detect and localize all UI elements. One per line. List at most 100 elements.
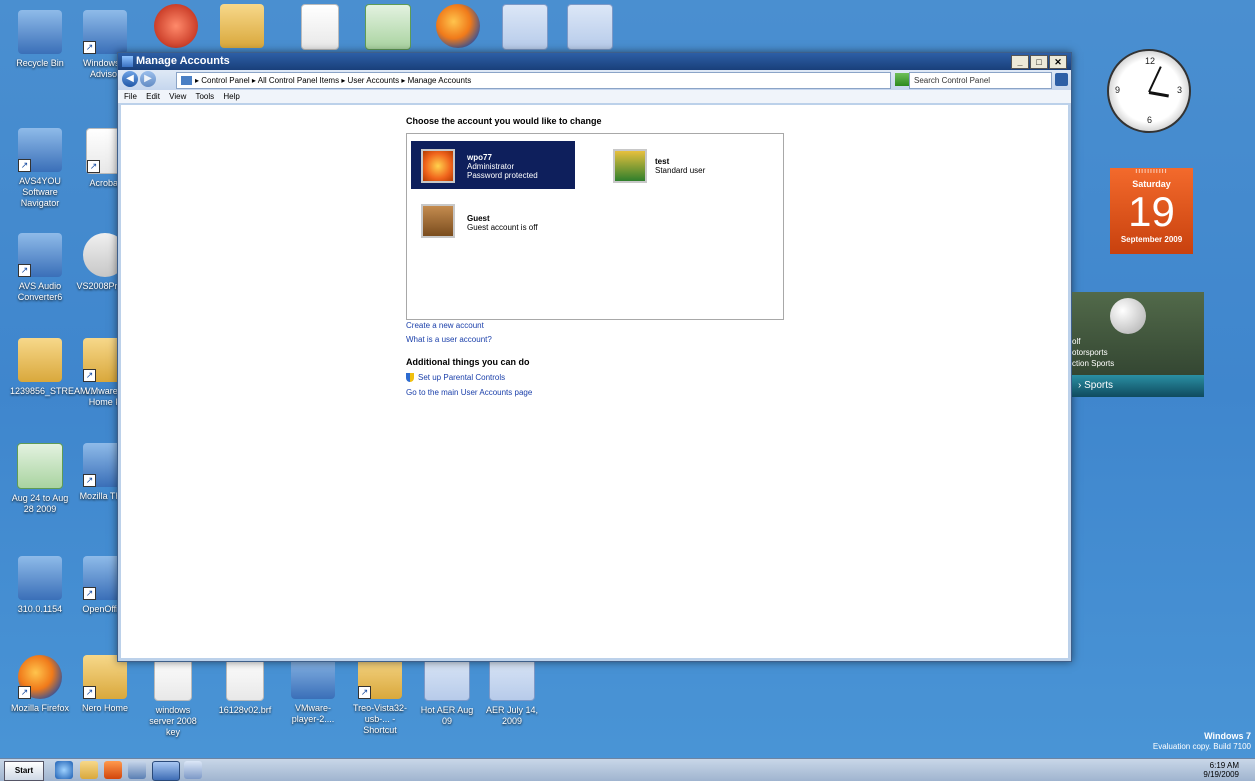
- firefox-icon: ↗: [18, 655, 62, 699]
- desktop-icon-brf[interactable]: 16128v02.brf: [215, 655, 275, 716]
- menu-edit[interactable]: Edit: [146, 92, 160, 101]
- desktop-icon-word-top2[interactable]: [560, 4, 620, 54]
- briefcase-avatar-icon: [421, 204, 455, 238]
- installer-icon: [18, 556, 62, 600]
- desktop-icon-server-key[interactable]: windows server 2008 key: [143, 655, 203, 738]
- account-role: Administrator: [467, 162, 515, 171]
- desktop-icon-label: 310.0.1154: [17, 604, 63, 614]
- advisor-icon: ↗: [83, 10, 127, 54]
- account-tile-guest[interactable]: Guest Guest account is off: [411, 200, 575, 248]
- media-line: ction Sports: [1072, 359, 1115, 368]
- create-account-link[interactable]: Create a new account: [406, 321, 484, 330]
- word-document-icon: [567, 4, 613, 50]
- window-title: Manage Accounts: [136, 55, 230, 67]
- what-is-account-link[interactable]: What is a user account?: [406, 335, 492, 344]
- explorer-taskbar-icon[interactable]: [80, 761, 98, 779]
- ie-taskbar-icon[interactable]: [55, 761, 73, 779]
- image-icon: [365, 4, 411, 50]
- desktop-icon-label: Recycle Bin: [16, 58, 64, 68]
- clock-numeral-6: 6: [1147, 115, 1153, 125]
- network-taskbar-icon[interactable]: [128, 761, 146, 779]
- address-bar[interactable]: ▸ Control Panel ▸ All Control Panel Item…: [176, 72, 891, 89]
- menu-file[interactable]: File: [124, 92, 137, 101]
- desktop-icon-image-top[interactable]: [358, 4, 418, 54]
- additional-heading: Additional things you can do: [406, 357, 530, 367]
- window-titlebar[interactable]: Manage Accounts _ □ ✕: [118, 53, 1071, 70]
- desktop-icon-avs4you[interactable]: ↗ AVS4YOU Software Navigator: [10, 128, 70, 209]
- main-user-accounts-link[interactable]: Go to the main User Accounts page: [406, 388, 532, 397]
- desktop-icon-hot-aer[interactable]: Hot AER Aug 09: [417, 655, 477, 727]
- desktop-icon-label: AVS4YOU Software Navigator: [19, 176, 61, 208]
- desktop-icon-aer-july[interactable]: AER July 14, 2009: [482, 655, 542, 727]
- calendar-rings: ııııııııııı: [1135, 168, 1168, 175]
- desktop-icon-vmware-player[interactable]: VMware-player-2....: [283, 655, 343, 725]
- desktop-icon-word-top1[interactable]: [495, 4, 555, 54]
- desktop-icon-doc-top[interactable]: [290, 4, 350, 54]
- search-icon[interactable]: [1055, 73, 1068, 86]
- word-taskbar-icon[interactable]: [184, 761, 202, 779]
- flower-avatar-icon: [421, 149, 455, 183]
- start-button[interactable]: Start: [4, 761, 44, 781]
- desktop-icon-stream-folder[interactable]: 1239856_STREAM...: [10, 338, 95, 397]
- account-name: test: [655, 157, 670, 166]
- desktop-icon-label: 16128v02.brf: [218, 705, 272, 715]
- maximize-button[interactable]: □: [1030, 55, 1048, 69]
- search-input[interactable]: Search Control Panel: [909, 72, 1052, 89]
- menu-view[interactable]: View: [169, 92, 186, 101]
- address-row: ◀ ▶ ▸ Control Panel ▸ All Control Panel …: [118, 70, 1071, 90]
- parental-controls-label: Set up Parental Controls: [418, 373, 506, 382]
- tray-time[interactable]: 6:19 AM: [1210, 761, 1239, 770]
- desktop-icon-firefox[interactable]: ↗ Mozilla Firefox: [10, 655, 70, 714]
- desktop-icon-excel-aug[interactable]: Aug 24 to Aug 28 2009: [10, 443, 70, 515]
- firefox-icon: [436, 4, 480, 48]
- account-tile-test[interactable]: test Standard user: [607, 141, 771, 189]
- media-player-taskbar-icon[interactable]: [104, 761, 122, 779]
- desktop-icon-label: Nero Home: [81, 703, 128, 713]
- account-name: wpo77: [467, 153, 492, 162]
- menu-tools[interactable]: Tools: [195, 92, 214, 101]
- menu-help[interactable]: Help: [223, 92, 239, 101]
- account-role: Standard user: [655, 166, 706, 175]
- desktop-icon-nero-home[interactable]: ↗ Nero Home: [75, 655, 135, 714]
- desktop-icon-nero[interactable]: [146, 4, 206, 52]
- media-category-bar[interactable]: › Sports: [1072, 375, 1204, 397]
- refresh-button[interactable]: [895, 73, 909, 86]
- close-button[interactable]: ✕: [1049, 55, 1067, 69]
- desktop-icon-label: VMware-player-2....: [291, 703, 335, 724]
- desktop-icon-310[interactable]: 310.0.1154: [10, 556, 70, 615]
- account-status: Password protected: [467, 171, 538, 180]
- clock-numeral-12: 12: [1145, 56, 1156, 66]
- back-button[interactable]: ◀: [122, 71, 138, 87]
- media-line: otorsports: [1072, 348, 1108, 357]
- content-pane: Choose the account you would like to cha…: [121, 105, 1068, 658]
- golf-ball-icon: [1110, 298, 1146, 334]
- clock-numeral-9: 9: [1115, 85, 1121, 95]
- forward-button[interactable]: ▶: [140, 71, 156, 87]
- desktop-icon-treo[interactable]: ↗ Treo-Vista32-usb-... - Shortcut: [350, 655, 410, 736]
- desktop-icon-firefox-top[interactable]: [428, 4, 488, 52]
- menu-bar: File Edit View Tools Help: [118, 90, 1071, 103]
- clock-numeral-3: 3: [1177, 85, 1183, 95]
- media-line: olf: [1072, 337, 1081, 346]
- account-tile-wpo77[interactable]: wpo77 Administrator Password protected: [411, 141, 575, 189]
- uac-shield-icon: [406, 373, 414, 383]
- desktop-icon-avs-audio[interactable]: ↗ AVS Audio Converter6: [10, 233, 70, 303]
- parental-controls-link[interactable]: Set up Parental Controls: [406, 373, 506, 383]
- tray-date[interactable]: 9/19/2009: [1203, 770, 1239, 779]
- media-center-gadget[interactable]: olf otorsports ction Sports › Sports: [1072, 292, 1204, 397]
- calendar-gadget[interactable]: ııııııııııı Saturday 19 September 2009: [1110, 168, 1193, 254]
- desktop-icon-label: Treo-Vista32-usb-... - Shortcut: [352, 703, 408, 735]
- page-title: Choose the account you would like to cha…: [406, 116, 602, 126]
- desktop-icon-recycle-bin[interactable]: Recycle Bin: [10, 10, 70, 69]
- minimize-button[interactable]: _: [1011, 55, 1029, 69]
- clock-gadget[interactable]: 12 3 6 9: [1107, 49, 1191, 133]
- taskbar: Start 6:19 AM 9/19/2009: [0, 758, 1255, 781]
- desktop-icon-folder-top[interactable]: [212, 4, 272, 52]
- minute-hand: [1148, 66, 1162, 93]
- folder-icon: [18, 338, 62, 382]
- document-icon: [301, 4, 339, 50]
- desktop-icon-label: windows server 2008 key: [149, 705, 197, 737]
- desktop-icon-label: Acrobat: [89, 178, 121, 188]
- control-panel-taskbar-icon[interactable]: [152, 761, 180, 781]
- control-panel-icon: [122, 56, 133, 67]
